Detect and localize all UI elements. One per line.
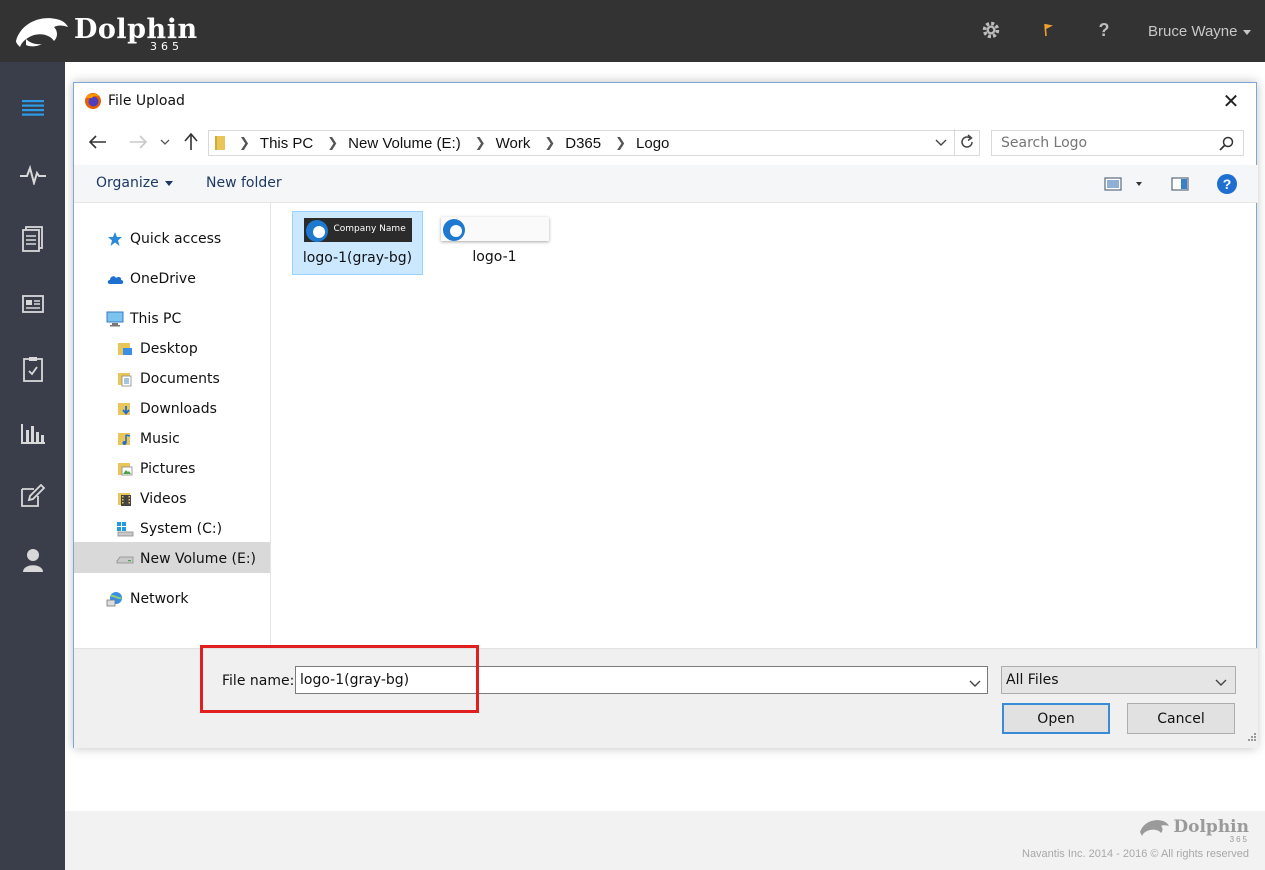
breadcrumb-item[interactable]: ❯ This PC [225, 135, 313, 152]
tree-item-pictures[interactable]: Pictures [116, 455, 195, 483]
dolphin-logo-icon [16, 18, 68, 47]
open-button[interactable]: Open [1002, 703, 1110, 734]
file-type-select[interactable]: All Files [1001, 666, 1236, 694]
gear-icon[interactable] [979, 18, 1003, 42]
tree-item-onedrive[interactable]: OneDrive [106, 265, 196, 293]
tree-item-music[interactable]: Music [116, 425, 180, 453]
brand-subtitle: 365 [150, 40, 183, 53]
id-card-icon[interactable] [0, 274, 65, 334]
user-menu[interactable]: Bruce Wayne [1148, 23, 1252, 40]
user-name: Bruce Wayne [1148, 23, 1238, 40]
cloud-icon [106, 270, 124, 288]
tree-item-videos[interactable]: Videos [116, 485, 187, 513]
tree-item-system-c[interactable]: System (C:) [116, 515, 222, 543]
clipboard-icon[interactable] [0, 339, 65, 399]
help-icon[interactable]: ? [1092, 18, 1116, 42]
resize-grip-icon[interactable] [1246, 728, 1256, 746]
recent-locations-chevron-icon[interactable] [158, 131, 172, 153]
drive-icon [116, 550, 134, 568]
music-folder-icon [116, 430, 134, 448]
desktop-folder-icon [116, 340, 134, 358]
file-thumbnail [440, 217, 549, 241]
forward-arrow-icon[interactable] [128, 131, 148, 153]
file-thumbnail: Company Name [303, 218, 412, 242]
logo-mark-icon [305, 220, 328, 242]
videos-folder-icon [116, 490, 134, 508]
system-drive-icon [116, 520, 134, 538]
caret-down-icon [164, 180, 173, 186]
caret-down-icon [1243, 30, 1252, 35]
tree-item-quick-access[interactable]: Quick access [106, 225, 221, 253]
up-arrow-icon[interactable] [182, 131, 200, 153]
document-icon[interactable] [0, 209, 65, 269]
pulse-icon[interactable] [0, 145, 65, 205]
edit-icon[interactable] [0, 466, 65, 526]
folder-icon [215, 136, 225, 150]
footer-brand-name: Dolphin [1173, 817, 1249, 837]
downloads-folder-icon [116, 400, 134, 418]
breadcrumb-item[interactable]: ❯ Work [461, 135, 531, 152]
side-nav [0, 62, 65, 870]
bar-chart-icon[interactable] [0, 403, 65, 463]
tree-item-new-volume-e[interactable]: New Volume (E:) [116, 545, 256, 573]
tree-item-this-pc[interactable]: This PC [106, 305, 181, 333]
breadcrumb-item[interactable]: ❯ New Volume (E:) [313, 135, 460, 152]
network-icon [106, 590, 124, 608]
file-name: logo-1(gray-bg) [302, 250, 413, 266]
file-list-pane: Company Name logo-1(gray-bg) logo-1 [272, 203, 1256, 648]
preview-pane-icon[interactable] [1171, 177, 1189, 191]
tree-item-downloads[interactable]: Downloads [116, 395, 217, 423]
documents-folder-icon [116, 370, 134, 388]
back-arrow-icon[interactable] [88, 131, 108, 153]
view-options-icon[interactable] [1104, 177, 1144, 191]
dialog-title: File Upload [108, 93, 185, 109]
new-folder-button[interactable]: New folder [206, 175, 282, 191]
svg-text:?: ? [1223, 176, 1232, 192]
address-history-chevron-icon[interactable] [931, 131, 951, 155]
page-footer: Dolphin 365 Navantis Inc. 2014 - 2016 © … [65, 811, 1265, 870]
cancel-button[interactable]: Cancel [1127, 703, 1235, 734]
refresh-icon[interactable] [954, 129, 978, 155]
footer-brand-subtitle: 365 [1229, 835, 1249, 844]
list-icon[interactable] [0, 78, 65, 138]
close-icon[interactable]: ✕ [1214, 87, 1248, 115]
navigation-row: ❯ This PC ❯ New Volume (E:) ❯ Work ❯ D365 ❯ L… [74, 125, 1258, 159]
search-icon[interactable] [1219, 136, 1234, 155]
tree-item-desktop[interactable]: Desktop [116, 335, 198, 363]
computer-icon [106, 310, 124, 328]
search-box[interactable] [991, 130, 1244, 156]
file-item[interactable]: Company Name logo-1(gray-bg) [292, 211, 423, 275]
dolphin-logo-icon [1140, 820, 1170, 836]
star-icon [106, 230, 124, 248]
help-icon[interactable]: ? [1216, 173, 1238, 195]
brand-logo[interactable]: Dolphin 365 [12, 8, 202, 54]
tree-item-network[interactable]: Network [106, 585, 188, 613]
copyright-text: Navantis Inc. 2014 - 2016 © All rights r… [1022, 848, 1249, 860]
logo-mark-icon [442, 219, 465, 241]
breadcrumb-item[interactable]: ❯ D365 [530, 135, 601, 152]
file-item[interactable]: logo-1 [429, 211, 560, 275]
organize-menu[interactable]: Organize [96, 175, 173, 191]
breadcrumb-item[interactable]: ❯ Logo [601, 135, 669, 152]
dialog-title-bar: File Upload [84, 92, 185, 110]
user-icon[interactable] [0, 530, 65, 590]
file-name: logo-1 [472, 249, 517, 265]
chevron-down-icon[interactable] [969, 675, 981, 693]
highlight-box [200, 645, 479, 713]
chevron-down-icon [1215, 675, 1227, 691]
tree-item-documents[interactable]: Documents [116, 365, 220, 393]
footer-logo: Dolphin [1138, 817, 1249, 837]
address-bar[interactable]: ❯ This PC ❯ New Volume (E:) ❯ Work ❯ D365 ❯ L… [208, 130, 980, 156]
pictures-folder-icon [116, 460, 134, 478]
flag-icon[interactable] [1037, 18, 1061, 42]
firefox-icon [85, 93, 101, 109]
command-bar: Organize New folder ? [74, 165, 1258, 203]
search-input[interactable] [1001, 135, 1211, 151]
top-bar: Dolphin 365 ? Bruce Wayne [0, 0, 1265, 62]
navigation-pane: Quick access OneDrive This PC Desktop Do… [74, 203, 271, 648]
